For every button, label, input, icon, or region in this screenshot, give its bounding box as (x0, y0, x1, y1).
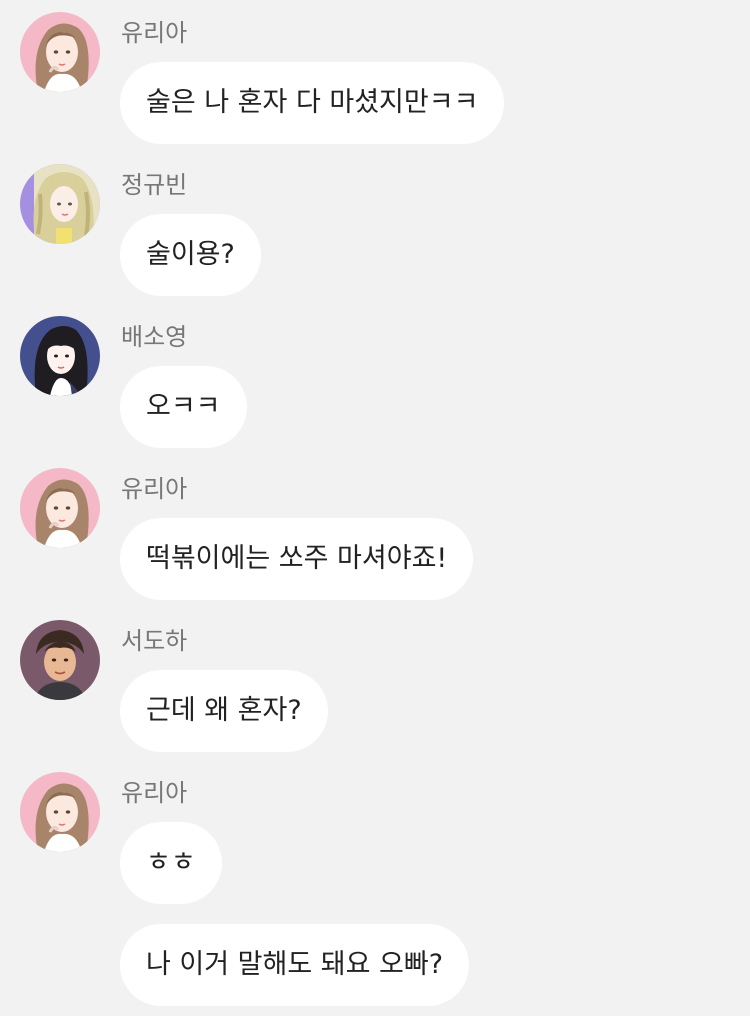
message-bubble[interactable]: 술이용? (120, 214, 261, 296)
sender-name: 유리아 (121, 779, 188, 807)
baesoyoung-portrait-icon (20, 316, 100, 396)
yuria-portrait-icon (20, 12, 100, 92)
jeonggyubin-avatar[interactable] (20, 164, 100, 244)
baesoyoung-avatar[interactable] (20, 316, 100, 396)
message-bubble[interactable]: 나 이거 말해도 돼요 오빠? (120, 924, 470, 1006)
seodoha-avatar[interactable] (20, 620, 100, 700)
message-bubble[interactable]: 근데 왜 혼자? (120, 670, 328, 752)
sender-name: 서도하 (121, 627, 188, 655)
message-bubble[interactable]: 오ㅋㅋ (120, 366, 247, 448)
yuria-avatar[interactable] (20, 772, 100, 852)
sender-name: 유리아 (121, 19, 188, 47)
sender-name: 배소영 (121, 323, 188, 351)
message-bubble[interactable]: 떡볶이에는 쏘주 마셔야죠! (120, 518, 474, 600)
sender-name: 유리아 (121, 475, 188, 503)
chat-thread: 유리아 술은 나 혼자 다 마셨지만ㅋㅋ 정규빈 술이용? 배소영 오ㅋㅋ 유리… (0, 0, 750, 1016)
yuria-avatar[interactable] (20, 468, 100, 548)
seodoha-portrait-icon (20, 620, 100, 700)
sender-name: 정규빈 (121, 171, 188, 199)
yuria-portrait-icon (20, 468, 100, 548)
message-bubble[interactable]: ㅎㅎ (120, 822, 222, 904)
message-bubble[interactable]: 술은 나 혼자 다 마셨지만ㅋㅋ (120, 62, 505, 144)
yuria-portrait-icon (20, 772, 100, 852)
yuria-avatar[interactable] (20, 12, 100, 92)
jeonggyubin-portrait-icon (20, 164, 100, 244)
